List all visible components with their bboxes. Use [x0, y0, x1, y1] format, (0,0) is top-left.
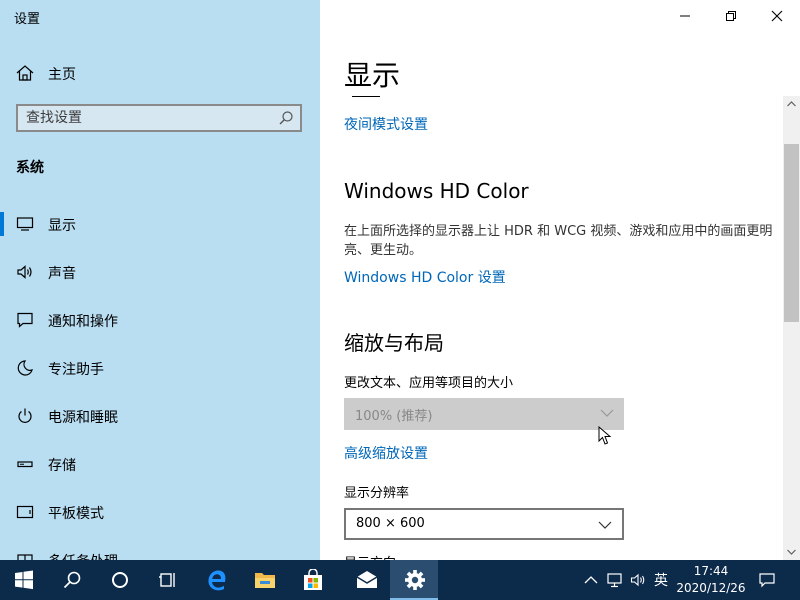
sidebar-item-label: 平板模式 — [48, 506, 104, 522]
home-icon — [16, 65, 34, 81]
hd-color-heading: Windows HD Color — [344, 179, 529, 203]
network-icon — [607, 573, 622, 588]
minimize-icon — [680, 15, 690, 17]
scroll-up-arrow-icon[interactable] — [783, 96, 800, 112]
text-size-label: 更改文本、应用等项目的大小 — [344, 376, 514, 391]
sidebar-item-power-sleep[interactable]: 电源和睡眠 — [0, 396, 320, 436]
sidebar-item-display[interactable]: 显示 — [0, 204, 320, 244]
edge-icon — [208, 570, 226, 591]
storage-icon — [16, 455, 34, 473]
multitask-icon — [16, 551, 34, 560]
power-icon — [16, 407, 34, 425]
resolution-label: 显示分辨率 — [344, 486, 410, 501]
settings-sidebar: 设置 主页 系统 显示 声音 通知和操作 专注 — [0, 0, 320, 560]
mail-icon — [356, 571, 378, 588]
resolution-value: 800 × 600 — [356, 516, 425, 531]
text-size-dropdown[interactable]: 100% (推荐) — [344, 398, 624, 430]
hd-color-description: 在上面所选择的显示器上让 HDR 和 WCG 视频、游戏和应用中的画面更明亮、更… — [344, 224, 773, 258]
store-taskbar-button[interactable] — [288, 560, 336, 600]
clock-date: 2020/12/26 — [676, 581, 746, 595]
night-light-settings-link[interactable]: 夜间模式设置 — [344, 114, 428, 134]
sidebar-item-label: 声音 — [48, 266, 76, 282]
volume-icon — [630, 573, 645, 587]
home-label: 主页 — [48, 67, 76, 83]
sidebar-item-storage[interactable]: 存储 — [0, 444, 320, 484]
file-explorer-icon — [255, 573, 275, 588]
chevron-down-icon — [600, 409, 614, 417]
page-title: 显示 — [344, 59, 401, 92]
text-size-value: 100% (推荐) — [355, 409, 433, 424]
sidebar-item-label: 多任务处理 — [48, 551, 118, 560]
action-center-button[interactable] — [756, 560, 778, 600]
close-icon — [771, 10, 783, 22]
scrollbar-thumb[interactable] — [784, 144, 799, 322]
restore-icon — [726, 11, 736, 21]
sidebar-item-label: 电源和睡眠 — [48, 410, 118, 426]
moon-icon — [16, 359, 34, 377]
file-explorer-taskbar-button[interactable] — [240, 560, 288, 600]
show-hidden-icons-button[interactable] — [580, 560, 600, 600]
settings-icon — [405, 570, 425, 590]
scroll-down-arrow-icon[interactable] — [783, 544, 800, 560]
display-settings-pane: 显示 夜间模式设置 Windows HD Color 在上面所选择的显示器上让 … — [320, 0, 800, 560]
network-button[interactable] — [604, 560, 626, 600]
search-icon[interactable] — [278, 110, 294, 126]
notification-icon — [16, 311, 34, 329]
restore-button[interactable] — [708, 0, 754, 32]
task-view-icon — [159, 573, 175, 587]
search-box[interactable] — [16, 104, 302, 132]
input-method-indicator[interactable]: 英 — [654, 570, 668, 590]
sidebar-item-multitasking[interactable]: 多任务处理 — [0, 540, 320, 560]
search-input[interactable] — [26, 109, 266, 127]
cortana-icon — [112, 572, 128, 588]
sidebar-item-notifications[interactable]: 通知和操作 — [0, 300, 320, 340]
cortana-button[interactable] — [96, 560, 144, 600]
taskbar: 英 17:44 2020/12/26 — [0, 560, 800, 600]
app-title: 设置 — [14, 12, 41, 27]
mouse-cursor-icon — [598, 426, 612, 445]
chevron-up-icon — [584, 576, 598, 584]
chevron-down-icon — [598, 521, 612, 529]
taskbar-clock[interactable]: 17:44 2020/12/26 — [672, 563, 750, 597]
home-nav-item[interactable]: 主页 — [0, 58, 320, 88]
scale-layout-heading: 缩放与布局 — [344, 331, 444, 355]
close-button[interactable] — [754, 0, 800, 32]
edge-taskbar-button[interactable] — [192, 560, 240, 600]
settings-taskbar-button[interactable] — [390, 560, 438, 600]
store-icon — [304, 569, 322, 590]
action-center-icon — [759, 573, 775, 588]
advanced-scaling-link[interactable]: 高级缩放设置 — [344, 443, 428, 463]
windows-start-icon — [15, 570, 33, 590]
sidebar-item-label: 显示 — [48, 218, 76, 234]
scroll-fade-divider — [352, 96, 380, 97]
speaker-icon — [16, 263, 34, 281]
section-label-system: 系统 — [16, 160, 44, 176]
clock-time: 17:44 — [693, 564, 729, 578]
mail-taskbar-button[interactable] — [342, 560, 390, 600]
sidebar-item-focus-assist[interactable]: 专注助手 — [0, 348, 320, 388]
taskbar-search-button[interactable] — [48, 560, 96, 600]
sidebar-item-label: 专注助手 — [48, 362, 104, 378]
sidebar-item-tablet-mode[interactable]: 平板模式 — [0, 492, 320, 532]
task-view-button[interactable] — [144, 560, 192, 600]
minimize-button[interactable] — [662, 0, 708, 32]
start-button[interactable] — [0, 560, 48, 600]
hd-color-settings-link[interactable]: Windows HD Color 设置 — [344, 267, 506, 287]
selection-indicator — [0, 212, 4, 236]
tablet-icon — [16, 503, 34, 521]
sidebar-item-label: 存储 — [48, 458, 76, 474]
orientation-label: 显示方向 — [344, 552, 396, 560]
volume-button[interactable] — [628, 560, 650, 600]
resolution-dropdown[interactable]: 800 × 600 — [344, 508, 624, 540]
search-icon — [63, 571, 81, 589]
sidebar-item-label: 通知和操作 — [48, 314, 118, 330]
vertical-scrollbar[interactable] — [783, 96, 800, 560]
sidebar-item-sound[interactable]: 声音 — [0, 252, 320, 292]
monitor-icon — [16, 215, 34, 233]
